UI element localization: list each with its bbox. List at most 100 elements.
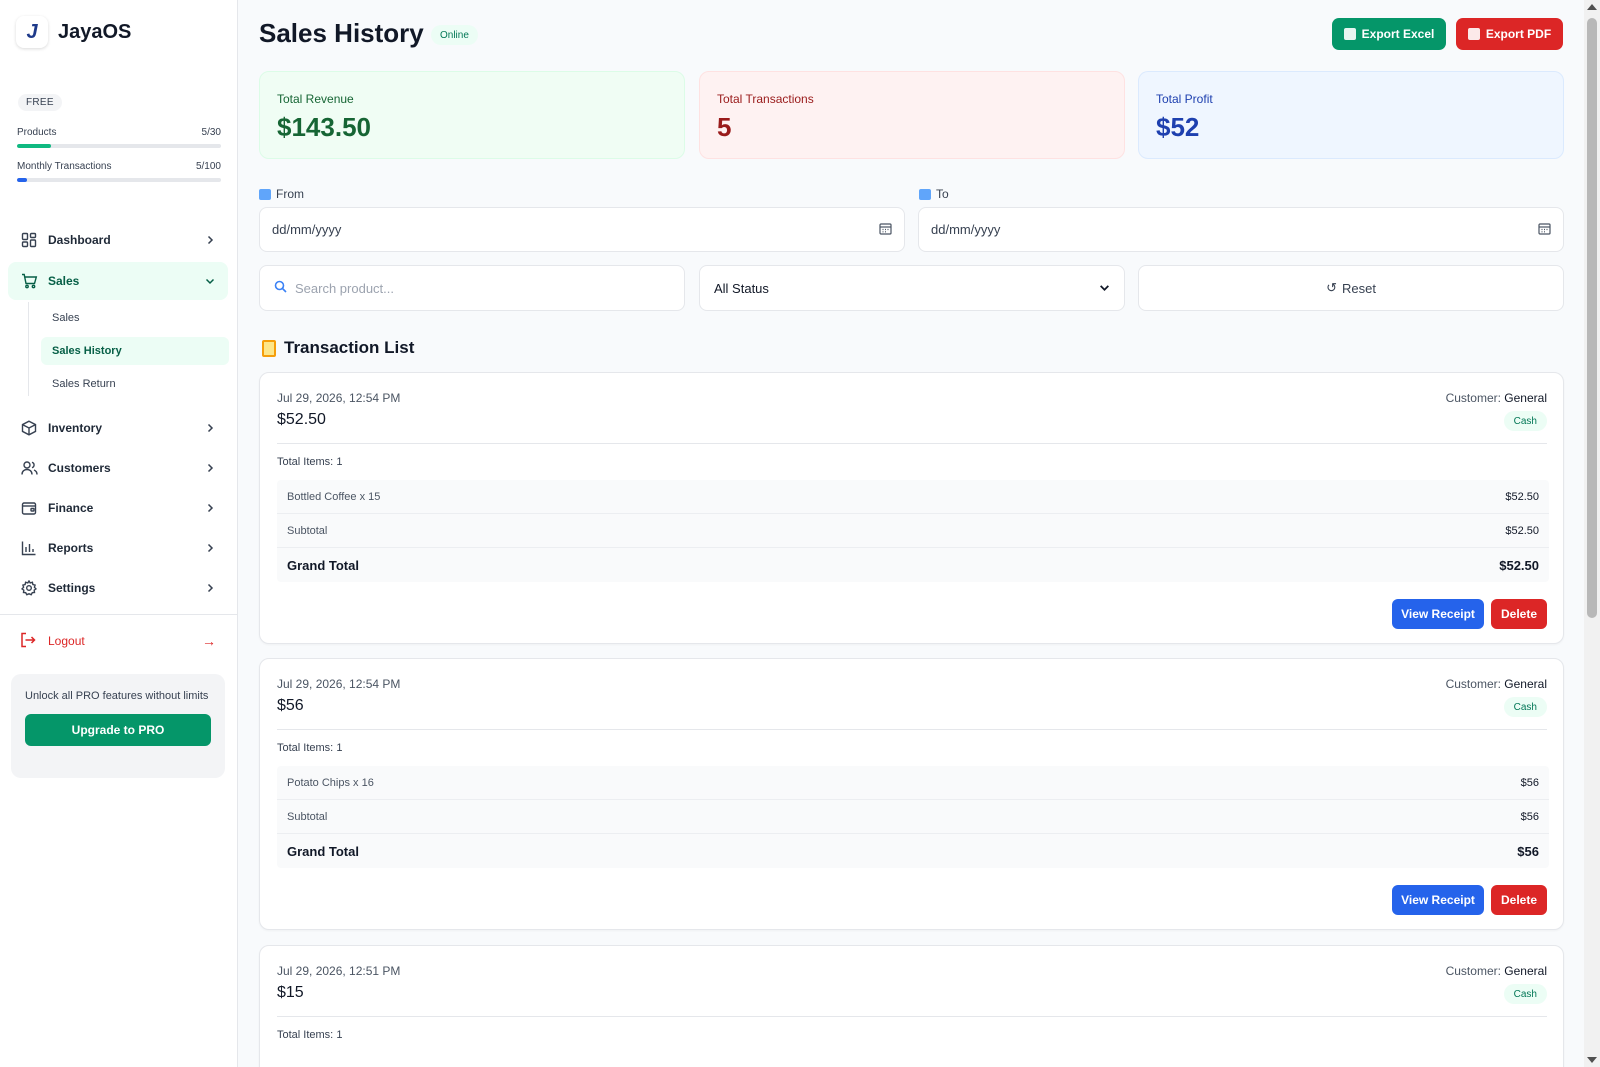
delete-button[interactable]: Delete (1491, 885, 1547, 915)
usage-transactions-fill (17, 178, 28, 182)
calendar-picker-icon[interactable] (1538, 222, 1551, 238)
payment-badge: Cash (1503, 697, 1547, 717)
transaction-list-title-text: Transaction List (284, 338, 415, 357)
brand-logo-icon: J (16, 16, 48, 48)
page-title: Sales History (259, 18, 424, 48)
total-items-label: Total Items: (277, 742, 334, 754)
customer-prefix: Customer: (1445, 964, 1501, 978)
transaction-customer: Customer: General (1446, 677, 1547, 691)
export-excel-button[interactable]: Export Excel (1332, 18, 1446, 50)
calendar-icon (259, 188, 271, 200)
logout-label: Logout (48, 634, 85, 648)
stat-value: $52 (1156, 112, 1200, 142)
status-select[interactable]: All Status (699, 265, 1125, 311)
sub-item-sales-history[interactable]: Sales History (41, 337, 229, 365)
nav-item-reports[interactable]: Reports (8, 529, 228, 567)
usage-transactions-track (17, 178, 221, 182)
export-pdf-button[interactable]: Export PDF (1456, 18, 1563, 50)
calendar-picker-icon[interactable] (879, 222, 892, 238)
card-divider (277, 729, 1547, 730)
search-input[interactable]: Search product... (259, 265, 685, 311)
delete-button[interactable]: Delete (1491, 599, 1547, 629)
logout-button[interactable]: Logout → (8, 624, 228, 658)
subtotal-label: Subtotal (287, 524, 328, 537)
transaction-amount: $15 (277, 984, 304, 1001)
subtotal-row: Subtotal $52.50 (277, 514, 1549, 548)
nav-label-customers: Customers (48, 461, 111, 475)
total-items-label: Total Items: (277, 456, 334, 468)
nav-item-sales[interactable]: Sales (8, 262, 228, 300)
sub-item-sales[interactable]: Sales (41, 304, 229, 332)
transaction-amount: $52.50 (277, 411, 326, 428)
scroll-up-arrow-icon[interactable] (1587, 4, 1597, 10)
nav-item-settings[interactable]: Settings (8, 569, 228, 607)
arrow-right-icon: → (202, 633, 216, 649)
nav-item-inventory[interactable]: Inventory (8, 409, 228, 447)
users-icon (20, 459, 38, 477)
main-content: Sales History Online Export Excel Export… (238, 0, 1584, 1067)
brand[interactable]: J JayaOS (16, 14, 131, 50)
chevron-right-icon (204, 462, 216, 474)
usage-transactions-value: 5/100 (195, 161, 221, 172)
reset-button[interactable]: ↺ Reset (1138, 265, 1564, 311)
stat-value: $143.50 (277, 112, 371, 142)
transaction-amount: $56 (277, 697, 304, 714)
transaction-list-title: Transaction List (262, 338, 414, 358)
item-name: Bottled Coffee (287, 490, 357, 503)
from-date-placeholder: dd/mm/yyyy (272, 222, 342, 237)
export-pdf-label: Export PDF (1485, 27, 1552, 41)
subtotal-value: $52.50 (1505, 524, 1539, 537)
promo-text: Unlock all PRO features without limits (25, 690, 209, 702)
chevron-right-icon (204, 582, 216, 594)
search-icon (274, 280, 287, 296)
transaction-date: Jul 29, 2026, 12:54 PM (277, 677, 401, 691)
gear-icon (20, 579, 38, 597)
nav-item-finance[interactable]: Finance (8, 489, 228, 527)
upgrade-button[interactable]: Upgrade to PRO (25, 714, 211, 746)
item-name: Potato Chips (287, 776, 350, 789)
usage-products-fill (17, 144, 52, 148)
scroll-down-arrow-icon[interactable] (1587, 1057, 1597, 1063)
stat-card-revenue: Total Revenue $143.50 (259, 71, 685, 159)
scrollbar[interactable] (1584, 0, 1600, 1067)
stat-label: Total Transactions (717, 92, 814, 106)
to-date-input[interactable]: dd/mm/yyyy (918, 207, 1564, 252)
to-label: To (919, 187, 949, 201)
grand-total-row: Grand Total $52.50 (277, 548, 1549, 582)
customer-name: General (1504, 391, 1547, 405)
usage-transactions-label: Monthly Transactions (17, 161, 112, 172)
calendar-icon (919, 188, 931, 200)
total-items: Total Items: 1 (277, 1029, 342, 1041)
nav-item-dashboard[interactable]: Dashboard (8, 221, 228, 259)
stat-card-transactions: Total Transactions 5 (699, 71, 1125, 159)
sidebar: J JayaOS FREE Products 5/30 Monthly Tran… (0, 0, 238, 1067)
total-items: Total Items: 1 (277, 456, 342, 468)
total-items-value: 1 (336, 1029, 343, 1041)
view-receipt-button[interactable]: View Receipt (1392, 885, 1484, 915)
reset-label: Reset (1341, 280, 1376, 296)
chevron-right-icon (204, 234, 216, 246)
customer-name: General (1504, 677, 1547, 691)
grand-total-value: $52.50 (1499, 557, 1539, 573)
stat-value: 5 (717, 112, 732, 142)
chevron-right-icon (204, 542, 216, 554)
usage-products-track (17, 144, 221, 148)
from-date-input[interactable]: dd/mm/yyyy (259, 207, 905, 252)
from-label-text: From (276, 187, 304, 201)
upgrade-promo: Unlock all PRO features without limits U… (11, 674, 225, 778)
transaction-date: Jul 29, 2026, 12:51 PM (277, 964, 401, 978)
usage-products: Products 5/30 (17, 127, 221, 148)
sales-submenu: Sales Sales History Sales Return (28, 302, 229, 398)
view-receipt-button[interactable]: View Receipt (1392, 599, 1484, 629)
customer-name: General (1504, 964, 1547, 978)
nav-item-customers[interactable]: Customers (8, 449, 228, 487)
sub-item-sales-return[interactable]: Sales Return (41, 370, 229, 398)
nav-label-dashboard: Dashboard (48, 233, 111, 247)
chevron-down-icon (1099, 281, 1110, 296)
transaction-date: Jul 29, 2026, 12:54 PM (277, 391, 401, 405)
table-row: Bottled Coffee x 15 $52.50 (277, 480, 1549, 514)
scroll-thumb[interactable] (1587, 18, 1597, 618)
document-icon (1467, 28, 1480, 40)
plan-badge: FREE (18, 94, 62, 111)
transaction-customer: Customer: General (1446, 964, 1547, 978)
